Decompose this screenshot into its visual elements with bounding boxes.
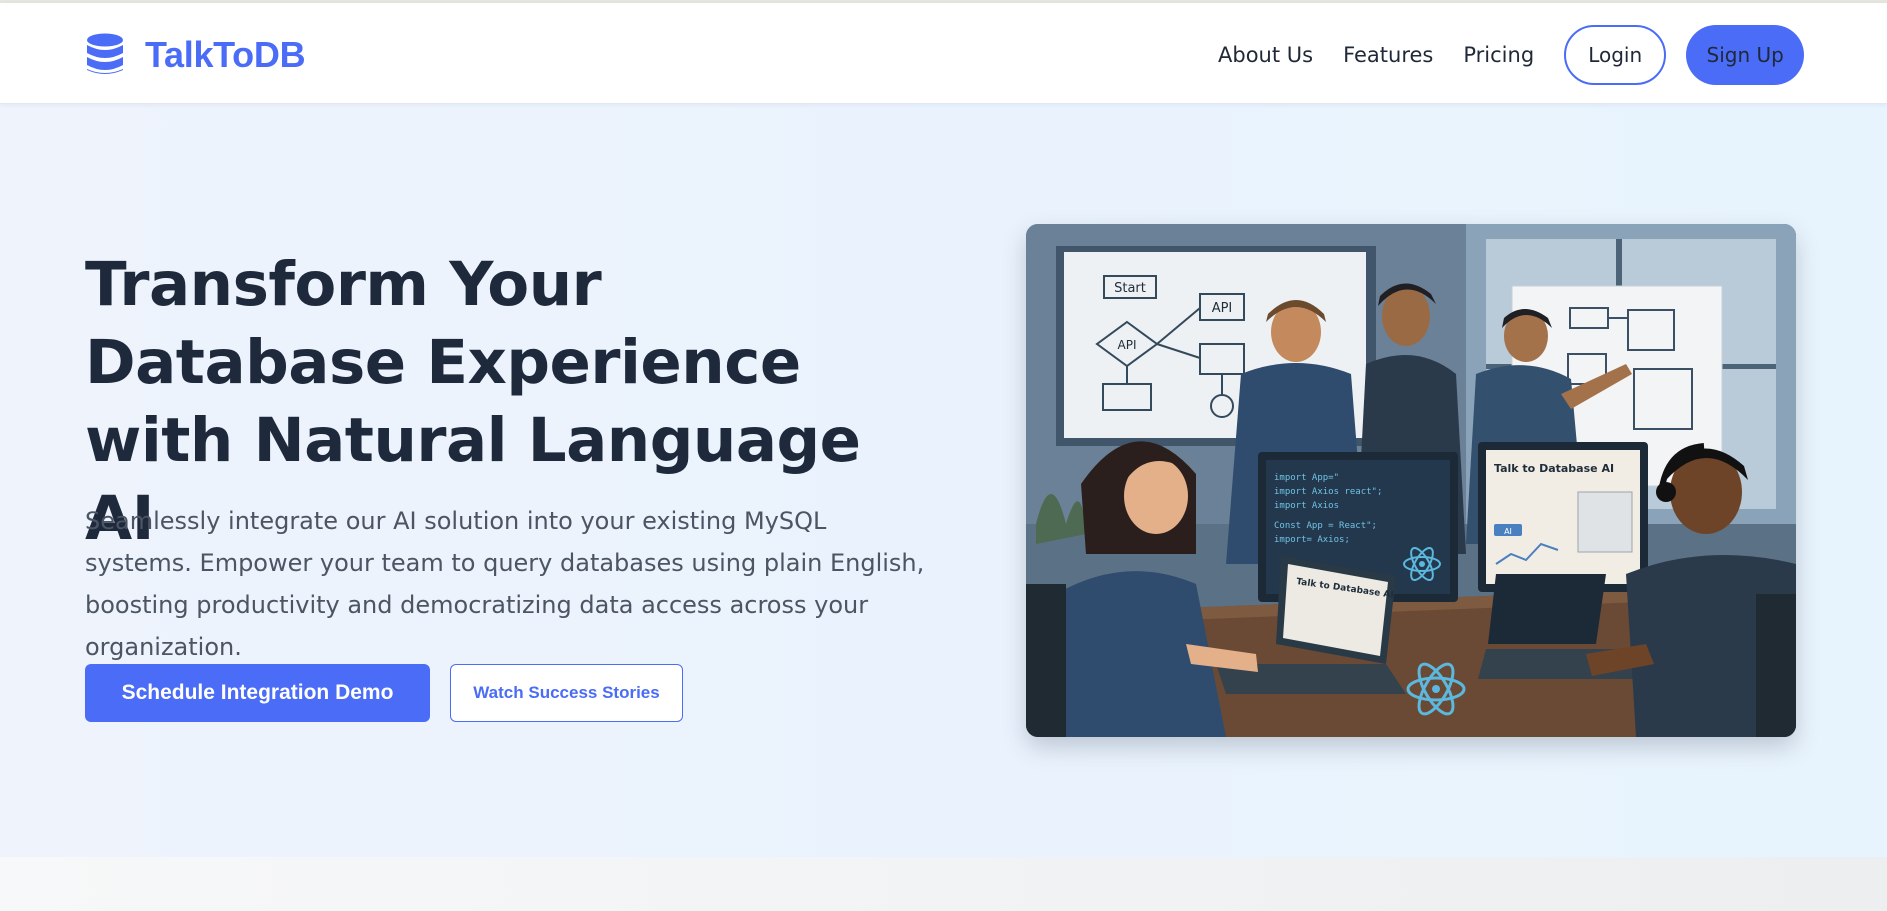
monitor-code-line: import App=" [1274,473,1339,483]
hero-subtitle: Seamlessly integrate our AI solution int… [85,507,925,661]
brand-name: TalkToDB [145,34,306,75]
ai-badge: AI [1504,527,1512,536]
watch-stories-button[interactable]: Watch Success Stories [450,664,683,722]
signup-button[interactable]: Sign Up [1686,25,1805,85]
hero-section: Transform Your Database Experience with … [0,104,1887,857]
monitor-code-line: import Axios [1274,501,1339,511]
site-header: TalkToDB About Us Features Pricing Login… [0,3,1887,104]
whiteboard-api-diamond-label: API [1118,338,1137,352]
nav-link-pricing[interactable]: Pricing [1463,43,1534,67]
hero-illustration: Start API API import App=" import Axios … [1026,224,1796,737]
monitor-code-line: Const App = React"; [1274,521,1377,531]
nav-link-features[interactable]: Features [1343,43,1433,67]
database-icon [87,33,123,74]
monitor-code-line: import= Axios; [1274,535,1350,545]
screen-title: Talk to Database AI [1494,462,1614,475]
nav-link-about-us[interactable]: About Us [1218,43,1313,67]
schedule-demo-button[interactable]: Schedule Integration Demo [85,664,430,722]
next-section-strip [0,857,1887,911]
team-working-illustration: Start API API import App=" import Axios … [1026,224,1796,737]
whiteboard-api-box-label: API [1212,301,1233,316]
main-nav: About Us Features Pricing Login Sign Up [1218,25,1805,85]
brand-logo[interactable]: TalkToDB [85,31,306,79]
login-button[interactable]: Login [1564,25,1667,85]
monitor-code-line: import Axios react"; [1274,487,1382,497]
whiteboard-start-label: Start [1114,281,1146,296]
